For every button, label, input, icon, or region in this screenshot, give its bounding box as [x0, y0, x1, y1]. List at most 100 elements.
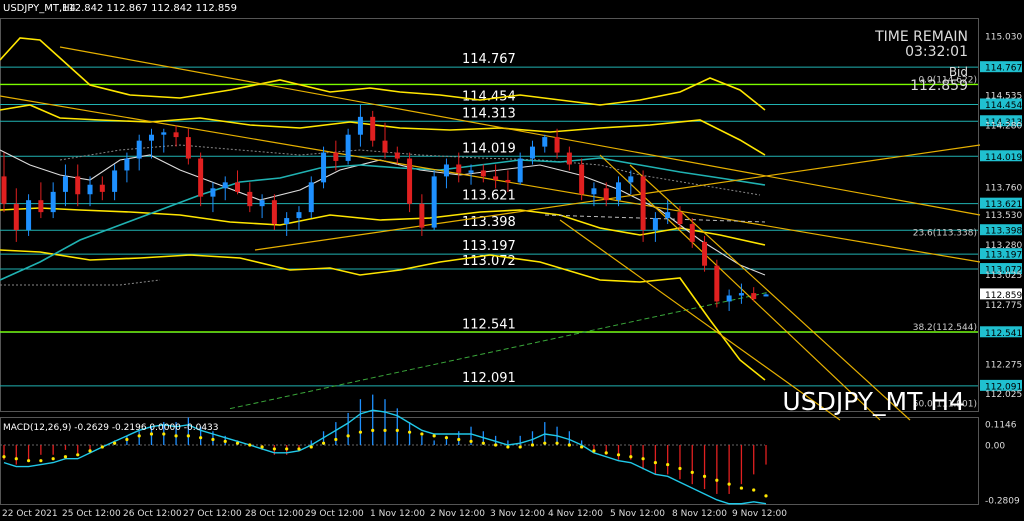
- candle-body: [480, 170, 486, 177]
- macd-signal-dot: [211, 437, 215, 442]
- price-tick: 113.760: [985, 184, 1022, 194]
- macd-signal-dot: [678, 466, 682, 471]
- candle-body: [714, 265, 720, 302]
- macd-label: MACD(12,26,9) -0.2629 -0.2196 0.0000 -0.…: [3, 423, 219, 433]
- macd-signal-dot: [395, 428, 399, 432]
- candle-body: [321, 152, 327, 183]
- price-tag-label: 112.859: [985, 291, 1022, 301]
- candle-body: [284, 218, 290, 225]
- candle-body: [124, 158, 130, 171]
- price-tag-label: 114.019: [985, 153, 1022, 163]
- candle-body: [50, 191, 56, 213]
- price-tick: 112.775: [985, 301, 1022, 311]
- macd-tick: 0.1146: [985, 421, 1017, 431]
- macd-signal-dot: [444, 436, 449, 440]
- macd-signal-dot: [248, 443, 252, 447]
- macd-signal-dot: [272, 447, 276, 451]
- candle-body: [566, 152, 572, 165]
- macd-signal-dot: [666, 462, 670, 467]
- macd-signal-dot: [63, 455, 68, 459]
- macd-signal-dot: [383, 428, 387, 432]
- macd-signal-dot: [641, 457, 645, 461]
- macd-signal-dot: [494, 443, 498, 447]
- candle-body: [652, 218, 658, 230]
- header-ohlc: 112.842 112.867 112.842 112.859: [62, 3, 237, 14]
- bid-value: 112.859: [910, 78, 968, 94]
- macd-signal-dot: [285, 447, 289, 451]
- macd-signal-dot: [125, 437, 129, 442]
- macd-signal-dot: [567, 443, 571, 447]
- candle-body: [468, 170, 474, 173]
- time-tick: 2 Nov 12:00: [430, 509, 485, 519]
- macd-signal-dot: [26, 459, 31, 463]
- price-tick: 112.025: [985, 390, 1022, 400]
- level-label: 113.072: [462, 254, 516, 269]
- macd-signal-dot: [629, 455, 633, 459]
- watermark: USDJPY_MT H4: [782, 387, 965, 416]
- time-tick: 1 Nov 12:00: [370, 509, 425, 519]
- macd-signal-dot: [137, 434, 141, 438]
- candle-body: [542, 137, 548, 147]
- time-tick: 27 Oct 12:00: [183, 509, 242, 519]
- macd-signal-dot: [14, 457, 18, 461]
- macd-signal-dot: [752, 488, 756, 492]
- price-tick: 112.275: [985, 360, 1022, 370]
- macd-signal-dot: [739, 486, 744, 490]
- candle-body: [702, 241, 708, 266]
- price-tag-label: 113.398: [985, 227, 1022, 237]
- macd-signal-dot: [174, 434, 178, 438]
- macd-signal-dot: [235, 441, 240, 445]
- macd-signal-dot: [309, 445, 313, 449]
- price-tick: 114.280: [985, 122, 1022, 132]
- candle-body: [235, 182, 241, 192]
- candle-body: [173, 132, 179, 138]
- candle-body: [210, 188, 216, 197]
- macd-signal-dot: [371, 428, 375, 432]
- macd-signal-dot: [199, 436, 203, 440]
- macd-signal-dot: [469, 439, 473, 443]
- macd-signal-dot: [346, 434, 350, 438]
- candle-body: [763, 294, 769, 297]
- candle-body: [726, 295, 732, 302]
- macd-signal-dot: [223, 439, 227, 443]
- candle-body: [333, 152, 339, 161]
- macd-signal-dot: [543, 441, 547, 445]
- candle-body: [75, 176, 81, 195]
- time-tick: 29 Oct 12:00: [305, 509, 364, 519]
- candle-body: [665, 212, 671, 219]
- macd-signal-dot: [604, 451, 608, 455]
- macd-signal-dot: [76, 453, 80, 457]
- candle-body: [603, 188, 609, 201]
- price-tag-label: 113.621: [985, 200, 1022, 210]
- candle-body: [554, 137, 560, 153]
- candle-body: [296, 212, 302, 219]
- level-label: 114.767: [462, 52, 516, 67]
- price-tick: 115.030: [985, 32, 1022, 42]
- candle-body: [13, 203, 19, 230]
- candle-body: [87, 184, 93, 195]
- candle-body: [357, 116, 363, 135]
- level-label: 114.019: [462, 141, 516, 156]
- time-tick: 9 Nov 12:00: [732, 509, 787, 519]
- macd-signal-dot: [702, 474, 707, 478]
- price-tag-label: 112.541: [985, 329, 1022, 339]
- candle-body: [136, 140, 142, 159]
- macd-signal-dot: [690, 470, 694, 475]
- price-tag-label: 113.197: [985, 251, 1022, 261]
- time-tick: 22 Oct 2021: [2, 509, 58, 519]
- candle-body: [579, 164, 585, 195]
- time-tick: 5 Nov 12:00: [610, 509, 665, 519]
- level-label: 113.398: [462, 215, 516, 230]
- candle-body: [407, 158, 413, 204]
- time-remain-value: 03:32:01: [905, 44, 968, 60]
- macd-signal-dot: [321, 441, 326, 445]
- candle-body: [751, 293, 757, 300]
- price-tag-label: 114.454: [985, 101, 1022, 111]
- candle-body: [308, 182, 314, 213]
- usdjpy-h4-chart[interactable]: 114.767 114.454 114.313 114.019 113.621 113.3…: [0, 0, 1024, 521]
- candle-body: [738, 293, 744, 296]
- level-label: 112.091: [462, 371, 516, 386]
- candle-body: [38, 200, 44, 213]
- time-tick: 3 Nov 12:00: [490, 509, 545, 519]
- candle-body: [443, 164, 449, 177]
